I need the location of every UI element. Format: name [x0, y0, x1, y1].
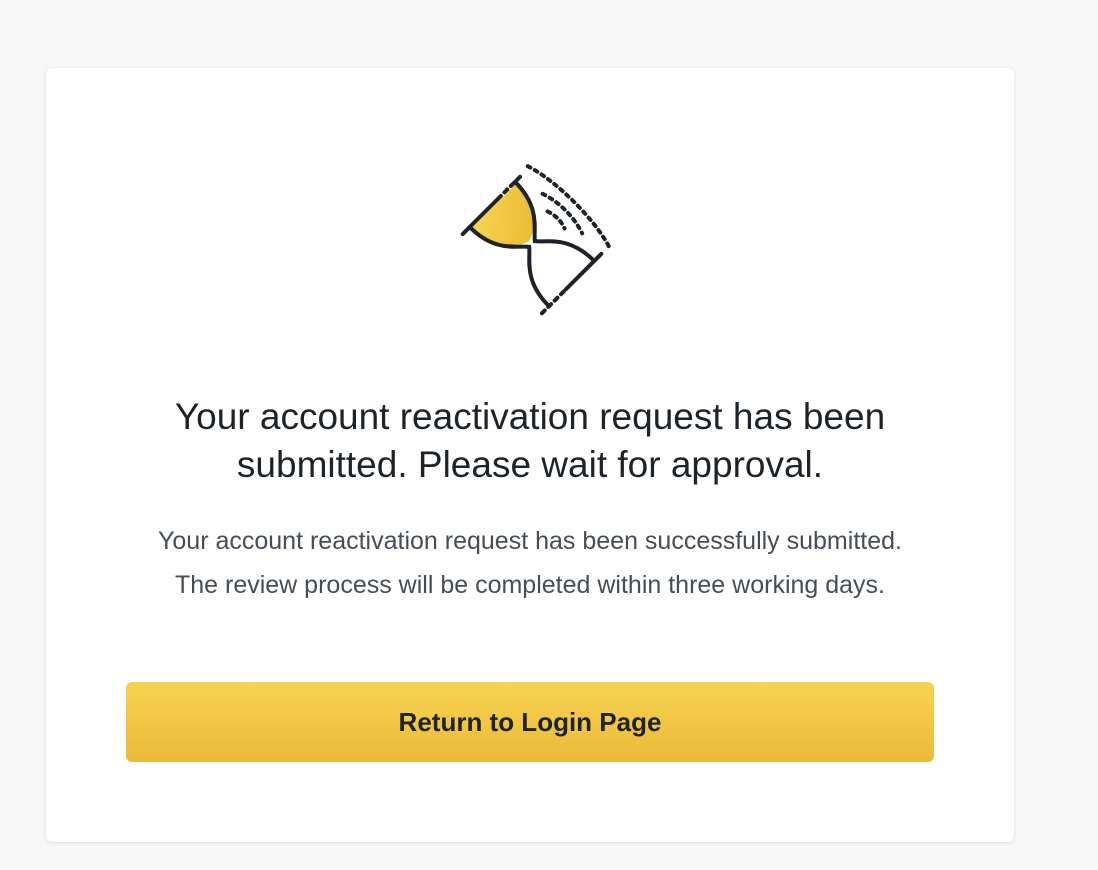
status-message: Your account reactivation request has be…: [158, 527, 902, 599]
return-to-login-button[interactable]: Return to Login Page: [126, 682, 934, 762]
status-card: Your account reactivation request has be…: [46, 68, 1014, 842]
hourglass-icon: [444, 156, 620, 332]
page-title: Your account reactivation request has be…: [174, 396, 886, 485]
